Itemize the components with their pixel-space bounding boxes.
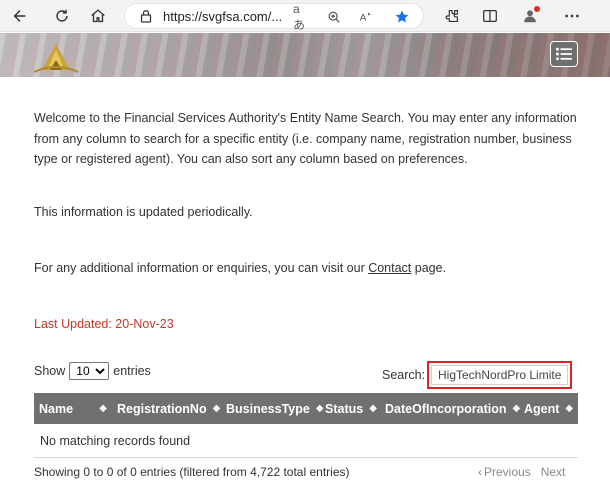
address-bar[interactable]: https://svgfsa.com/... aあ A (124, 2, 424, 32)
svg-text:A: A (360, 13, 367, 24)
last-updated: Last Updated: 20-Nov-23 (34, 317, 174, 331)
search-input[interactable] (431, 365, 568, 385)
chevron-left-icon: ‹ (478, 465, 482, 479)
column-header-registrationno[interactable]: RegistrationNo ◆ (112, 393, 221, 424)
immersive-reader-icon[interactable]: A (357, 8, 375, 26)
profile-icon[interactable] (518, 4, 542, 28)
url-text[interactable]: https://svgfsa.com/... (163, 9, 282, 24)
zoom-icon[interactable] (325, 8, 343, 26)
column-header-status[interactable]: Status ◆ (320, 393, 380, 424)
browser-toolbar: https://svgfsa.com/... aあ A (0, 0, 610, 32)
pagination: ‹ Previous Next (478, 465, 565, 479)
sort-icon: ◆ (369, 403, 377, 414)
page-size-control: Show 10 entries (34, 362, 151, 380)
sort-icon: ◆ (512, 403, 521, 414)
sort-icon: ◆ (315, 403, 324, 414)
page-size-select[interactable]: 10 (69, 362, 110, 380)
column-label: RegistrationNo (117, 401, 207, 416)
show-label: Show (34, 364, 66, 378)
contact-link[interactable]: Contact (368, 261, 411, 275)
contact-suffix: page. (411, 261, 447, 275)
extensions-icon[interactable] (440, 4, 464, 28)
column-label: Name (39, 401, 74, 416)
next-button[interactable]: Next (541, 465, 566, 479)
fsa-logo (33, 44, 79, 73)
more-icon[interactable] (560, 4, 584, 28)
back-arrow-icon[interactable] (8, 4, 32, 28)
next-label: Next (540, 465, 566, 479)
column-header-agent[interactable]: Agent ◆ (519, 393, 578, 424)
column-label: Agent (524, 401, 560, 416)
column-header-businesstype[interactable]: BusinessType ◆ (221, 393, 324, 424)
favorite-star-icon[interactable] (393, 8, 411, 26)
lock-icon[interactable] (139, 9, 153, 23)
read-aloud-icon[interactable]: aあ (293, 2, 311, 32)
column-header-name[interactable]: Name ◆ (34, 393, 112, 424)
contact-prefix: For any additional information or enquir… (34, 261, 369, 275)
sort-icon: ◆ (565, 403, 574, 414)
previous-button[interactable]: ‹ Previous (478, 465, 531, 479)
column-label: BusinessType (226, 401, 310, 416)
empty-table-row: No matching records found (34, 424, 578, 458)
banner-shade (410, 33, 610, 77)
column-header-dateofincorporation[interactable]: DateOfIncorporation ◆ (380, 393, 521, 424)
sort-icon: ◆ (99, 403, 107, 414)
search-label: Search: (382, 368, 426, 382)
table-info: Showing 0 to 0 of 0 entries (filtered fr… (34, 465, 350, 479)
column-label: Status (325, 401, 364, 416)
entries-label: entries (113, 364, 151, 378)
home-icon[interactable] (86, 4, 110, 28)
contact-note: For any additional information or enquir… (34, 261, 446, 275)
hamburger-list-icon[interactable] (550, 41, 578, 67)
refresh-icon[interactable] (50, 4, 74, 28)
header-banner (0, 33, 610, 77)
split-screen-icon[interactable] (478, 4, 502, 28)
column-label: DateOfIncorporation (385, 401, 507, 416)
sort-icon: ◆ (212, 403, 221, 414)
profile-notification-dot (534, 6, 540, 12)
search-highlight-box (427, 361, 572, 389)
intro-paragraph: Welcome to the Financial Services Author… (34, 111, 577, 166)
table-header: Name ◆ RegistrationNo ◆ BusinessType ◆ Stat… (34, 393, 578, 424)
update-note: This information is updated periodically… (34, 205, 253, 219)
previous-label: Previous (484, 465, 531, 479)
